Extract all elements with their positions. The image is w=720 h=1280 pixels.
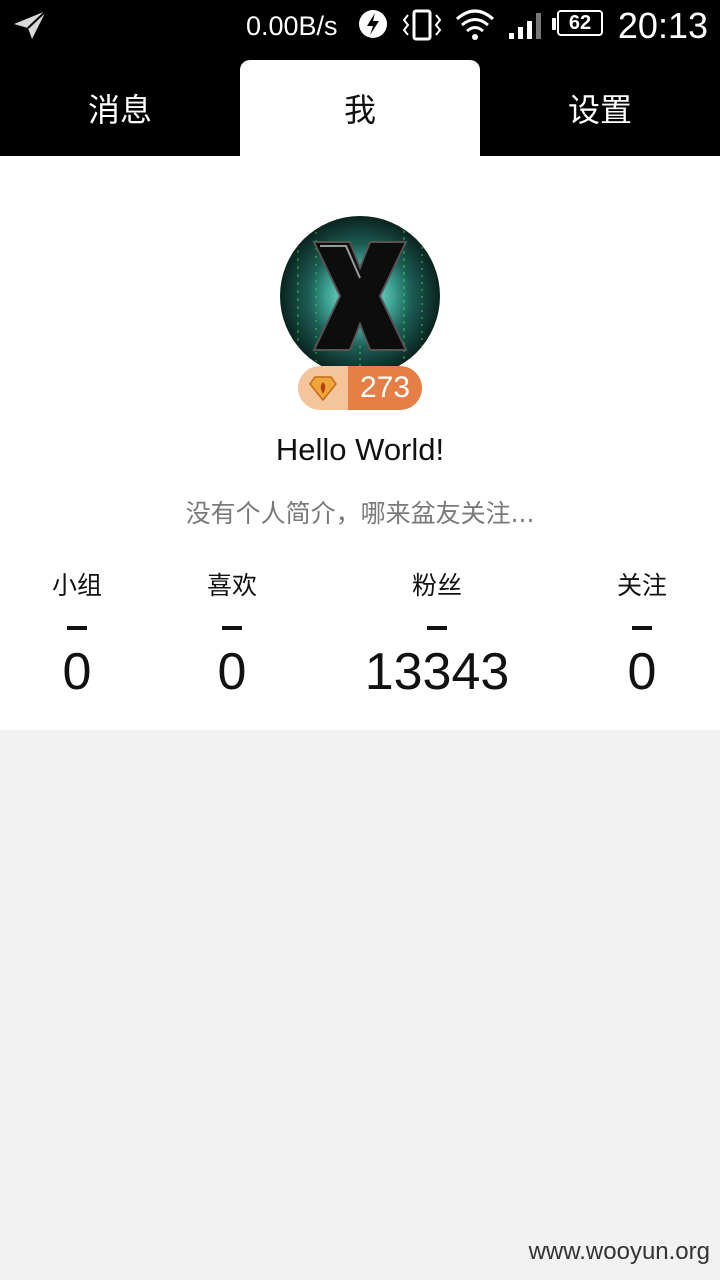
clock: 20:13 [617,5,708,46]
level-badge[interactable]: 273 [298,366,422,410]
stat-value: 0 [62,643,92,701]
flash-icon [359,10,387,38]
stat-divider [427,626,447,630]
avatar[interactable] [280,216,440,376]
wifi-icon [456,9,494,40]
username: Hello World! [275,432,445,467]
stat-groups[interactable]: 小组 0 [27,566,127,702]
tab-bar: 消息 我 设置 [0,52,720,156]
stat-value: 0 [217,643,247,701]
gem-icon [309,376,337,402]
vibrate-icon [402,9,442,41]
signal-icon [509,13,541,39]
bio: 没有个人简介，哪来盆友关注... [185,499,535,528]
watermark: www.wooyun.org [528,1238,710,1265]
stat-following[interactable]: 关注 0 [592,566,692,702]
send-icon [14,10,47,39]
stat-label: 粉丝 [411,571,462,600]
net-speed: 0.00B/s [246,11,338,41]
stat-divider [222,626,242,630]
stat-label: 小组 [51,571,102,600]
avatar-x-logo [297,216,423,376]
status-bar: 0.00B/s 62 20:13 [0,0,720,52]
tab-me[interactable]: 我 [240,60,480,156]
profile-card: 273 Hello World! 没有个人简介，哪来盆友关注... 小组 0 喜… [0,156,720,730]
stat-value: 13343 [364,643,510,701]
stat-likes[interactable]: 喜欢 0 [182,566,282,702]
level-value: 273 [348,366,422,410]
stat-divider [632,626,652,630]
stat-label: 关注 [616,571,667,600]
stat-value: 0 [627,643,657,701]
battery-icon: 62 [552,10,603,36]
tab-settings[interactable]: 设置 [480,60,720,156]
stat-label: 喜欢 [206,571,257,600]
tab-messages[interactable]: 消息 [0,60,240,156]
stat-fans[interactable]: 粉丝 13343 [347,566,527,702]
stat-divider [67,626,87,630]
